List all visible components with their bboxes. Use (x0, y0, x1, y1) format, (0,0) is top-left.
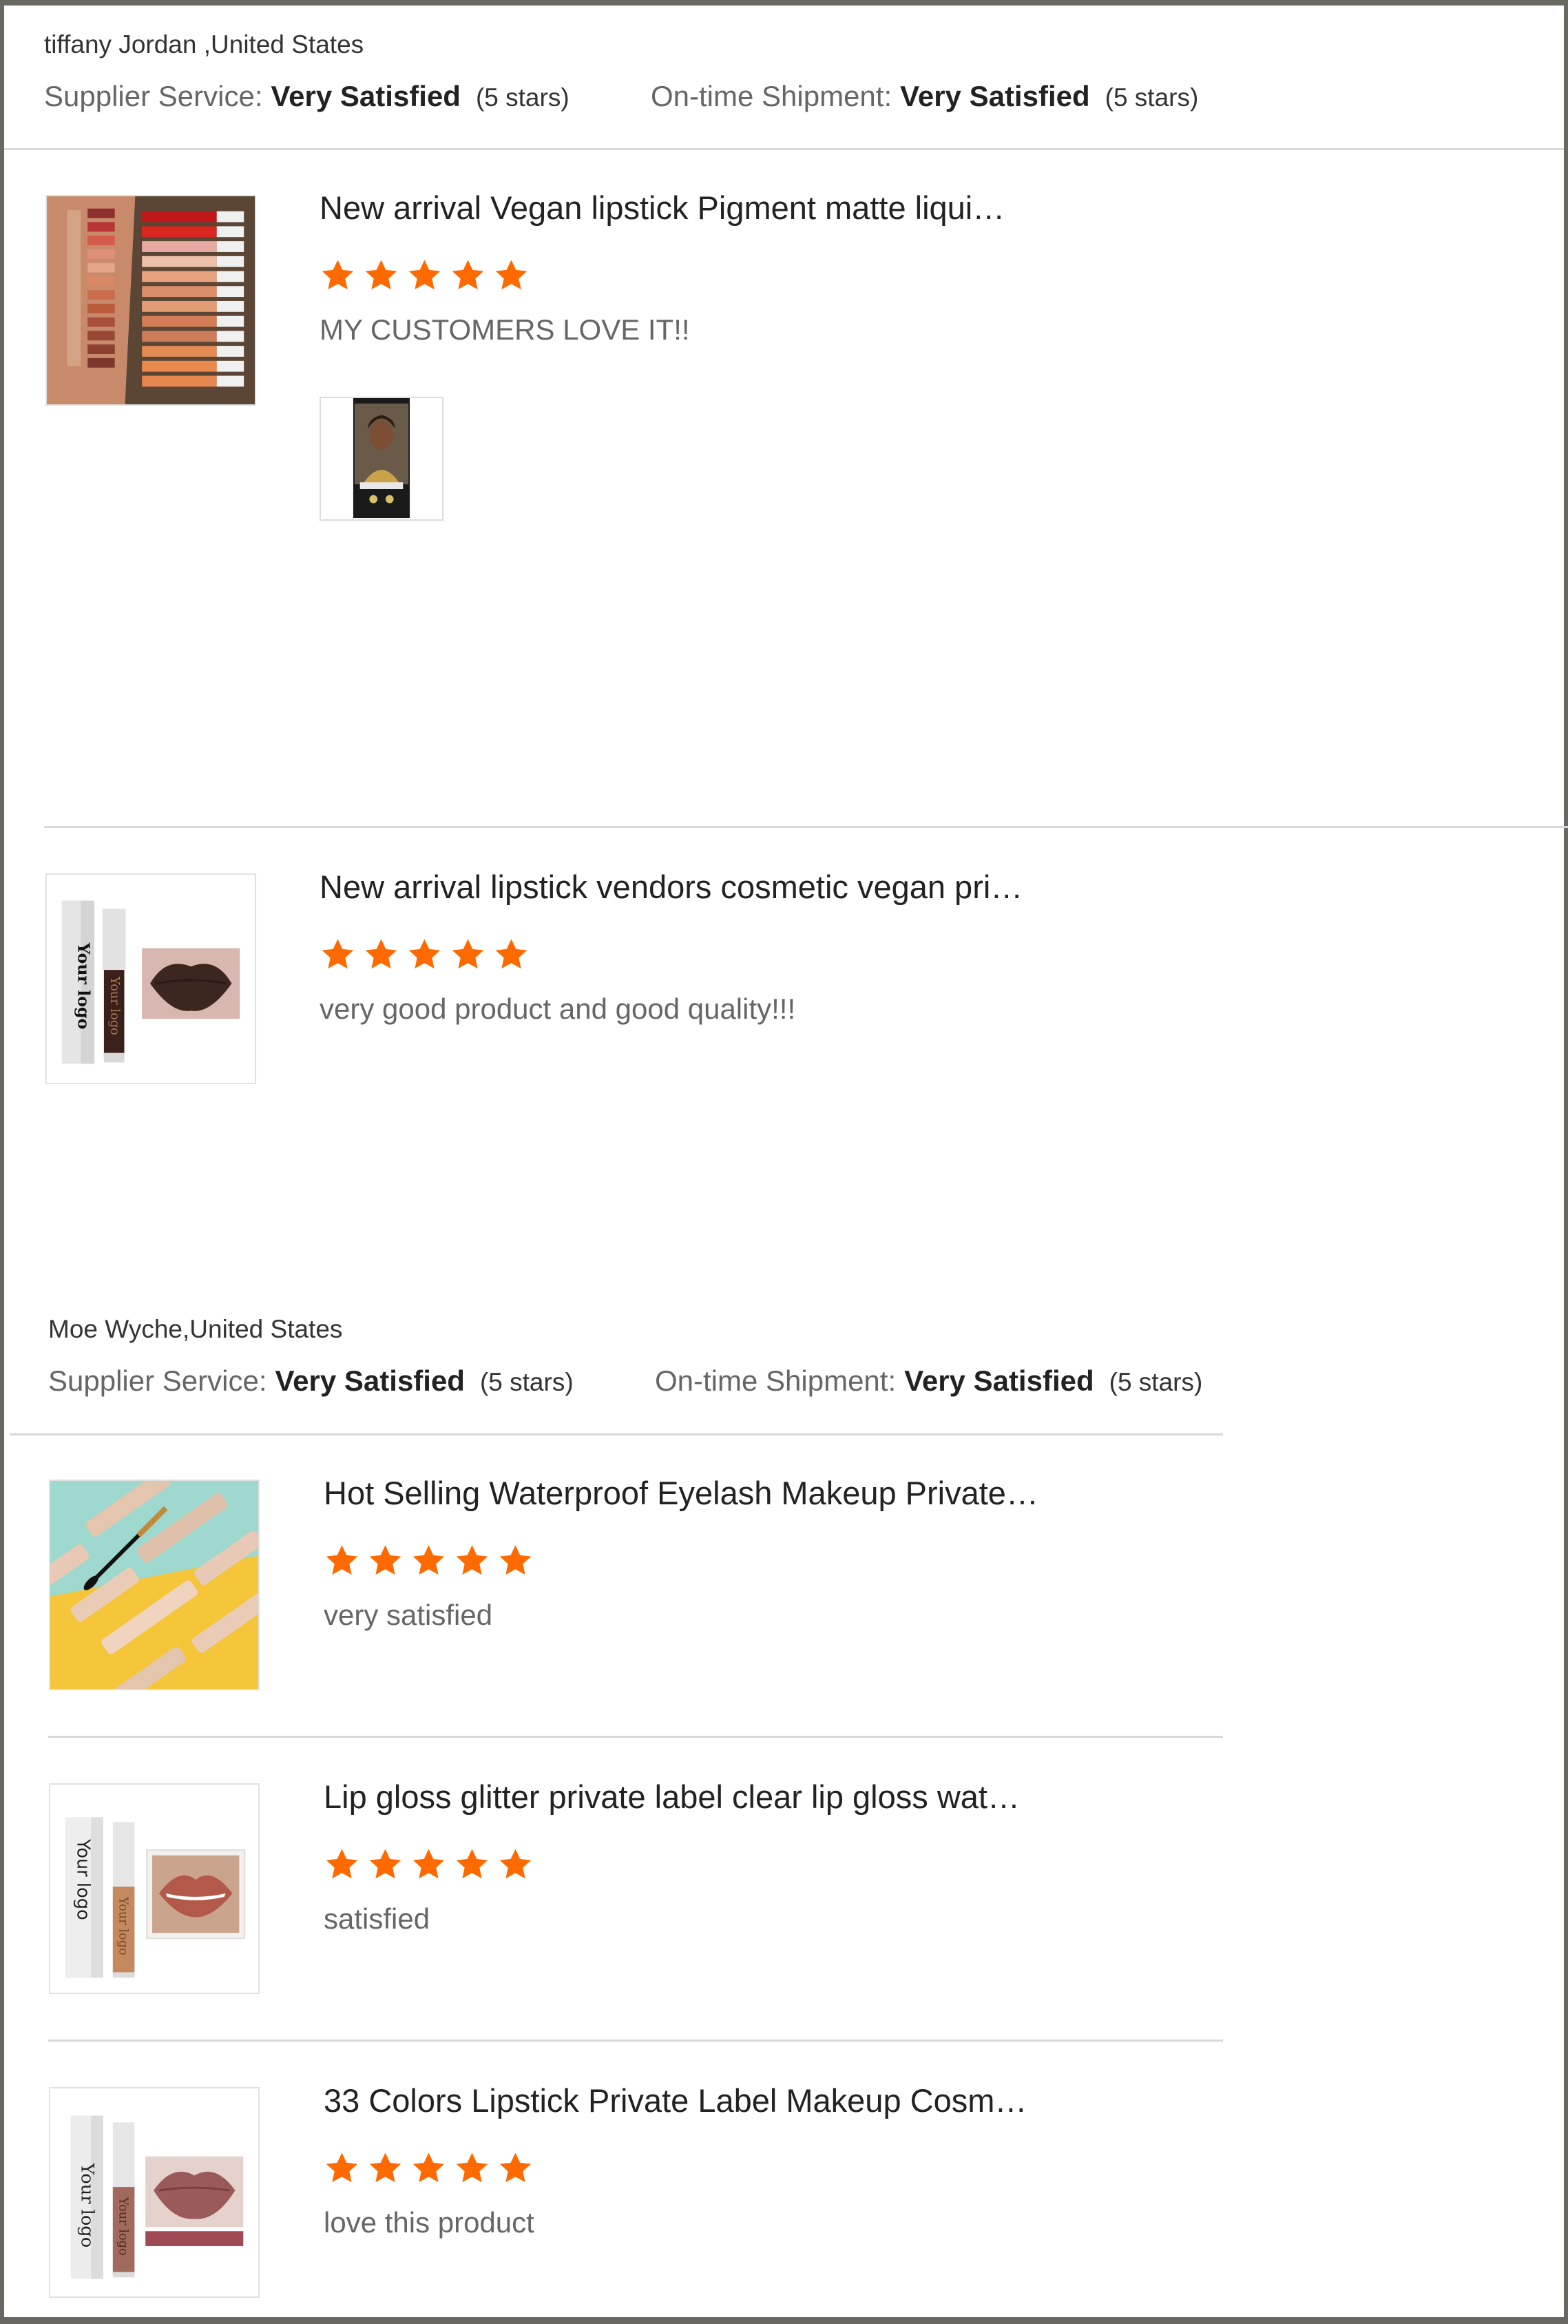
tube-logo-text: Your logo (107, 976, 121, 1035)
divider (48, 1736, 1223, 1738)
box-logo-text: Your logo (72, 1838, 93, 1920)
product-title[interactable]: Lip gloss glitter private label clear li… (324, 1778, 1020, 1816)
star-icon (499, 2152, 532, 2183)
star-icon (456, 1849, 488, 1879)
star-icon (326, 2152, 358, 2183)
box-logo-text: Your logo (76, 2163, 97, 2248)
supplier-service-label: Supplier Service: (44, 80, 263, 112)
review-comment: satisfied (324, 1902, 430, 1935)
star-icon (369, 2152, 401, 2183)
shipment-rating: On-time Shipment: Very Satisfied (5 stars) (651, 80, 1198, 113)
star-icon (495, 260, 527, 290)
supplier-service-rating: Supplier Service: Very Satisfied (5 stars) (44, 80, 569, 113)
shipment-stars: (5 stars) (1109, 1368, 1203, 1396)
divider (44, 826, 1568, 828)
star-icon (452, 260, 484, 290)
divider (48, 2040, 1223, 2042)
supplier-service-stars: (5 stars) (475, 83, 569, 112)
star-icon (456, 2152, 488, 2183)
star-rating (320, 258, 530, 294)
product-title[interactable]: New arrival lipstick vendors cosmetic ve… (320, 868, 1023, 906)
star-icon (456, 1545, 488, 1575)
shipment-value: Very Satisfied (904, 1365, 1094, 1397)
divider (4, 148, 1564, 150)
supplier-service-rating: Supplier Service: Very Satisfied (5 stars) (48, 1365, 574, 1398)
divider (10, 1433, 1223, 1435)
star-icon (365, 939, 397, 969)
star-icon (412, 2152, 445, 2183)
tube-logo-text: Your logo (116, 1896, 130, 1955)
supplier-service-stars: (5 stars) (479, 1368, 574, 1396)
review-comment: love this product (324, 2206, 534, 2239)
shipment-value: Very Satisfied (900, 80, 1090, 112)
reviewer-name: Moe Wyche,United States (48, 1315, 343, 1343)
review-comment: very good product and good quality!!! (320, 993, 796, 1025)
star-icon (499, 1849, 532, 1879)
review-comment: MY CUSTOMERS LOVE IT!! (320, 313, 690, 346)
star-icon (326, 1849, 358, 1879)
supplier-service-value: Very Satisfied (271, 80, 461, 112)
supplier-service-value: Very Satisfied (275, 1365, 465, 1397)
star-icon (452, 939, 484, 969)
box-logo-text: Your logo (74, 942, 93, 1030)
product-title[interactable]: New arrival Vegan lipstick Pigment matte… (320, 189, 1005, 227)
lipstick-swatches-image[interactable] (45, 195, 256, 406)
star-rating (324, 2150, 534, 2187)
star-icon (369, 1849, 401, 1879)
window-frame-top (0, 0, 1568, 6)
review-comment: very satisfied (324, 1599, 493, 1631)
star-rating (324, 1543, 534, 1579)
star-icon (322, 260, 354, 290)
star-icon (499, 1545, 532, 1575)
star-icon (365, 260, 397, 290)
reviewer-name: tiffany Jordan ,United States (44, 30, 364, 59)
shipment-label: On-time Shipment: (651, 80, 892, 112)
star-icon (408, 939, 441, 969)
window-frame-right (1564, 0, 1568, 2324)
lipstick-box-your-logo-image[interactable]: Your logo Your logo (45, 873, 256, 1084)
shipment-rating: On-time Shipment: Very Satisfied (5 stars) (655, 1365, 1202, 1398)
star-icon (412, 1545, 445, 1575)
lip-gloss-box-image[interactable]: Your logo Your logo (49, 1783, 260, 1994)
tube-logo-text: Your logo (116, 2197, 130, 2256)
star-rating (324, 1847, 534, 1883)
diamond-mascara-image[interactable] (49, 1480, 260, 1690)
customer-photo-thumbnail[interactable] (320, 397, 443, 521)
shipment-stars: (5 stars) (1105, 83, 1199, 112)
window-frame-left (0, 0, 4, 2324)
star-icon (408, 260, 441, 290)
star-rating (320, 937, 530, 973)
window-frame-bottom (0, 2317, 1568, 2324)
star-icon (369, 1545, 401, 1575)
product-title[interactable]: Hot Selling Waterproof Eyelash Makeup Pr… (324, 1474, 1038, 1512)
product-title[interactable]: 33 Colors Lipstick Private Label Makeup … (324, 2082, 1027, 2119)
star-icon (326, 1545, 358, 1575)
star-icon (412, 1849, 445, 1879)
supplier-service-label: Supplier Service: (48, 1365, 267, 1397)
star-icon (495, 939, 527, 969)
shipment-label: On-time Shipment: (655, 1365, 897, 1397)
lipstick-box-nude-image[interactable]: Your logo Your logo (49, 2087, 260, 2298)
star-icon (322, 939, 354, 969)
